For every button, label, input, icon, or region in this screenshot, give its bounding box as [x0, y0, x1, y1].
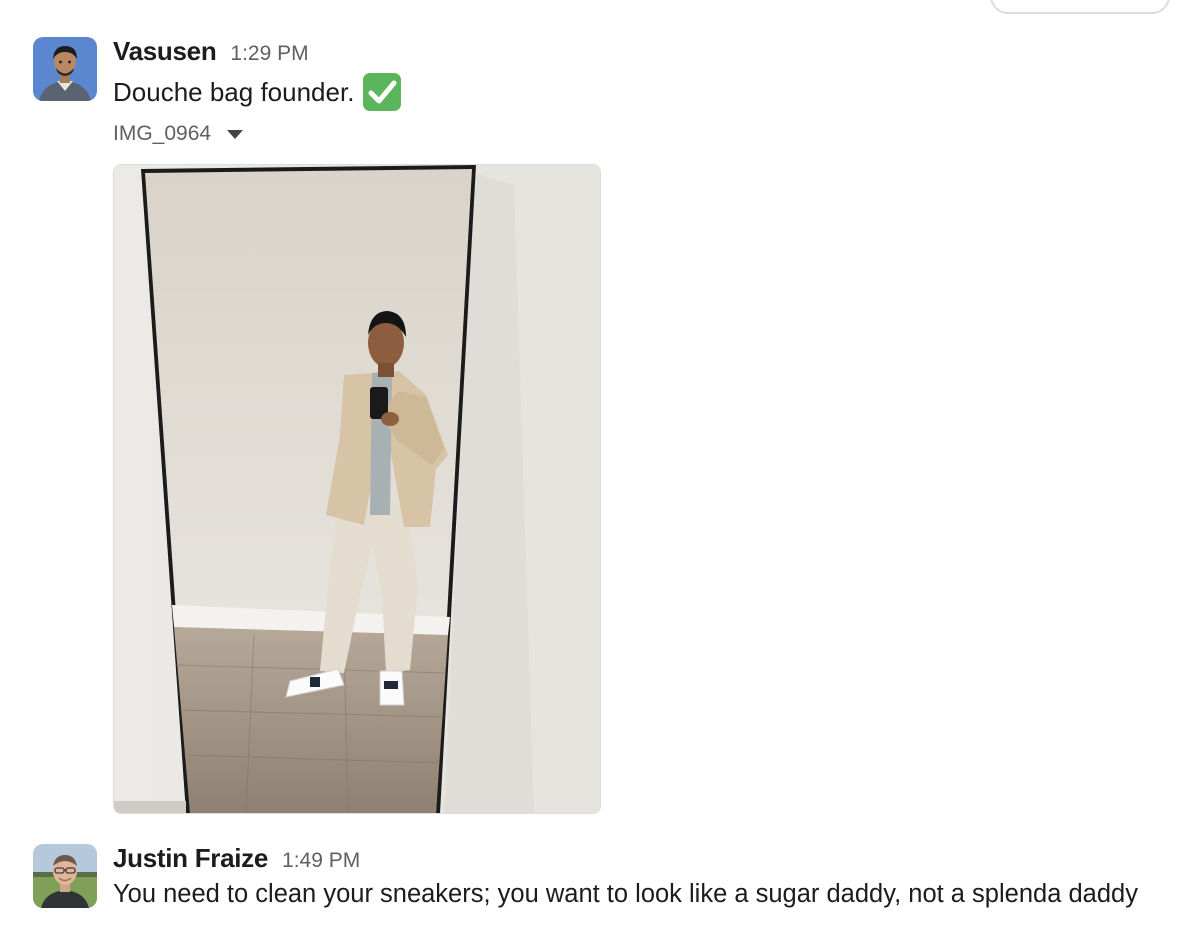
white-check-mark-icon [362, 72, 402, 112]
message-text: You need to clean your sneakers; you wan… [113, 880, 1138, 908]
attachment-image[interactable] [113, 164, 601, 814]
message-timestamp[interactable]: 1:49 PM [282, 849, 360, 873]
chevron-down-icon[interactable] [227, 129, 244, 139]
attachment-filename[interactable]: IMG_0964 [113, 122, 211, 146]
message-timestamp[interactable]: 1:29 PM [230, 42, 308, 66]
avatar-justin-fraize[interactable] [33, 844, 97, 908]
sender-name[interactable]: Vasusen [113, 36, 217, 67]
message-text: Douche bag founder. [113, 76, 355, 107]
sender-name[interactable]: Justin Fraize [113, 843, 268, 874]
avatar-vasusen[interactable] [33, 37, 97, 101]
attachment-header[interactable]: IMG_0964 [113, 122, 244, 146]
top-pill-button[interactable] [990, 0, 1170, 14]
